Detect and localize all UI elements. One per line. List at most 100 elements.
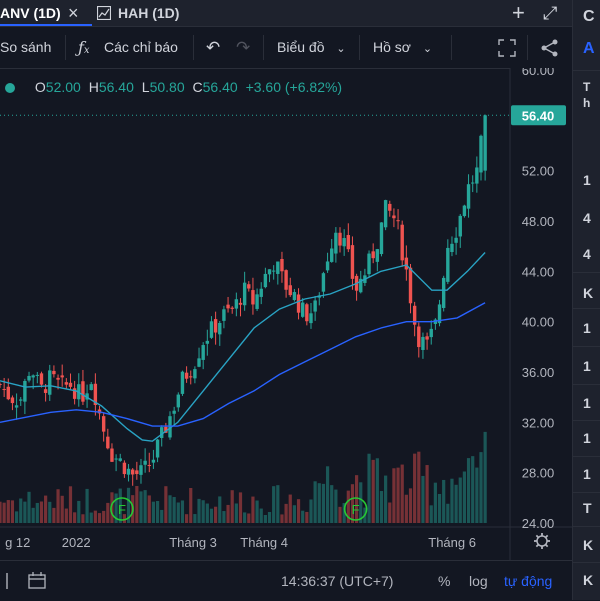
panel-item: 1 <box>583 172 591 188</box>
volume-bar <box>330 485 334 523</box>
price-chart[interactable]: 56.40 60.00 52.00 48.00 44.00 40.00 36.00 32.00… <box>0 68 572 560</box>
volume-bar <box>238 492 243 523</box>
panel-divider <box>573 526 600 527</box>
candle-body <box>284 270 288 290</box>
volume-bar <box>375 458 379 523</box>
volume-bar <box>379 491 384 523</box>
share-icon[interactable] <box>540 38 560 58</box>
volume-bar <box>10 500 15 523</box>
tab-hah-label: HAH (1D) <box>118 5 180 21</box>
volume-bar <box>230 490 234 523</box>
candle-body <box>475 167 479 184</box>
volume-bar <box>263 514 267 523</box>
indicators-button[interactable]: Các chỉ báo <box>104 27 178 68</box>
candle-body <box>230 307 234 309</box>
fullscreen-icon[interactable] <box>498 39 516 57</box>
candle-body <box>251 290 255 305</box>
volume-bar <box>334 489 338 523</box>
candle-body <box>441 277 446 308</box>
panel-item: 1 <box>583 358 591 374</box>
tab-close-icon[interactable]: × <box>68 0 79 26</box>
profile-button[interactable]: Hồ sơ ⌄ <box>373 27 432 68</box>
volume-bar <box>56 489 60 523</box>
x-tick-label: 2022 <box>62 535 91 550</box>
low-value: 50.80 <box>149 79 185 95</box>
candle-body <box>2 389 6 391</box>
tab-hah[interactable]: HAH (1D) <box>118 0 179 26</box>
candle-body <box>6 386 10 400</box>
toolbar-divider <box>527 35 528 60</box>
volume-bar <box>205 503 209 523</box>
redo-icon[interactable]: ↷ <box>236 27 250 68</box>
volume-bar <box>433 482 437 523</box>
candle-body <box>0 383 2 385</box>
volume-bar <box>288 494 292 523</box>
chart-type-label: Biểu đồ <box>277 39 325 55</box>
undo-icon[interactable]: ↶ <box>206 27 220 68</box>
candle-body <box>126 468 131 475</box>
candle-body <box>197 358 201 367</box>
panel-item: K <box>583 537 594 553</box>
volume-bar <box>201 500 205 523</box>
volume-bar <box>471 456 475 523</box>
candle-body <box>39 373 44 385</box>
panel-item: h <box>583 96 591 110</box>
tab-anv[interactable]: ANV (1D) <box>0 0 61 26</box>
volume-bar <box>259 508 263 523</box>
clock-readout: 14:36:37 (UTC+7) <box>281 573 394 589</box>
y-tick-label: 44.00 <box>522 264 555 279</box>
candle-body <box>180 371 185 394</box>
y-tick-label: 32.00 <box>522 415 555 430</box>
candle-body <box>271 270 276 272</box>
volume-bar <box>81 514 85 523</box>
volume-bar <box>454 484 458 523</box>
watchlist-panel: C A T h 1 4 4 K 1 1 1 1 1 T K K <box>572 0 600 600</box>
candle-body <box>367 253 371 275</box>
panel-divider <box>573 346 600 347</box>
volume-bar <box>392 468 396 523</box>
candle-body <box>130 469 135 475</box>
volume-bar <box>222 511 226 523</box>
expand-icon[interactable]: ⤢ <box>543 0 557 26</box>
y-tick-label: 60.00 <box>522 68 555 78</box>
candle-body <box>483 115 487 171</box>
candle-body <box>52 370 56 375</box>
percent-scale-button[interactable]: % <box>438 561 450 601</box>
candle-body <box>417 326 421 348</box>
candle-body <box>118 458 122 461</box>
log-scale-button[interactable]: log <box>469 561 488 601</box>
volume-bar <box>2 502 6 523</box>
panel-divider <box>573 492 600 493</box>
auto-scale-button[interactable]: tự động <box>504 561 552 601</box>
volume-bar <box>160 509 164 523</box>
scroll-left-icon[interactable] <box>6 573 14 589</box>
status-dot-icon <box>5 83 15 93</box>
volume-bar <box>404 494 408 523</box>
panel-divider <box>573 384 600 385</box>
bottom-bar: 14:36:37 (UTC+7) % log tự động <box>0 560 572 601</box>
indicators-label: Các chỉ báo <box>104 39 178 55</box>
candle-body <box>342 238 346 247</box>
candle-body <box>458 215 462 237</box>
toolbar-divider <box>65 35 66 60</box>
candle-body <box>255 294 259 309</box>
candle-body <box>27 375 31 381</box>
candle-body <box>218 322 222 335</box>
volume-bar <box>413 453 417 523</box>
x-tick-label: Tháng 6 <box>428 535 476 550</box>
panel-item[interactable]: A <box>583 40 595 58</box>
volume-bar <box>23 501 27 523</box>
toolbar-divider <box>193 35 194 60</box>
panel-divider <box>573 562 600 563</box>
event-marker-label: F <box>118 502 126 517</box>
candle-body <box>300 302 305 317</box>
tab-bar: ANV (1D) × HAH (1D) + ⤢ <box>0 0 572 27</box>
chart-toolbar: So sánh ƒx Các chỉ báo ↶ ↷ Biểu đồ ⌄ Hồ … <box>0 27 572 69</box>
chart-type-button[interactable]: Biểu đồ ⌄ <box>277 27 346 68</box>
compare-button[interactable]: So sánh <box>0 27 51 68</box>
date-range-icon[interactable] <box>28 572 46 590</box>
volume-bar <box>305 511 309 523</box>
panel-item: 1 <box>583 466 591 482</box>
add-tab-icon[interactable]: + <box>512 0 525 26</box>
volume-bar <box>106 502 110 523</box>
